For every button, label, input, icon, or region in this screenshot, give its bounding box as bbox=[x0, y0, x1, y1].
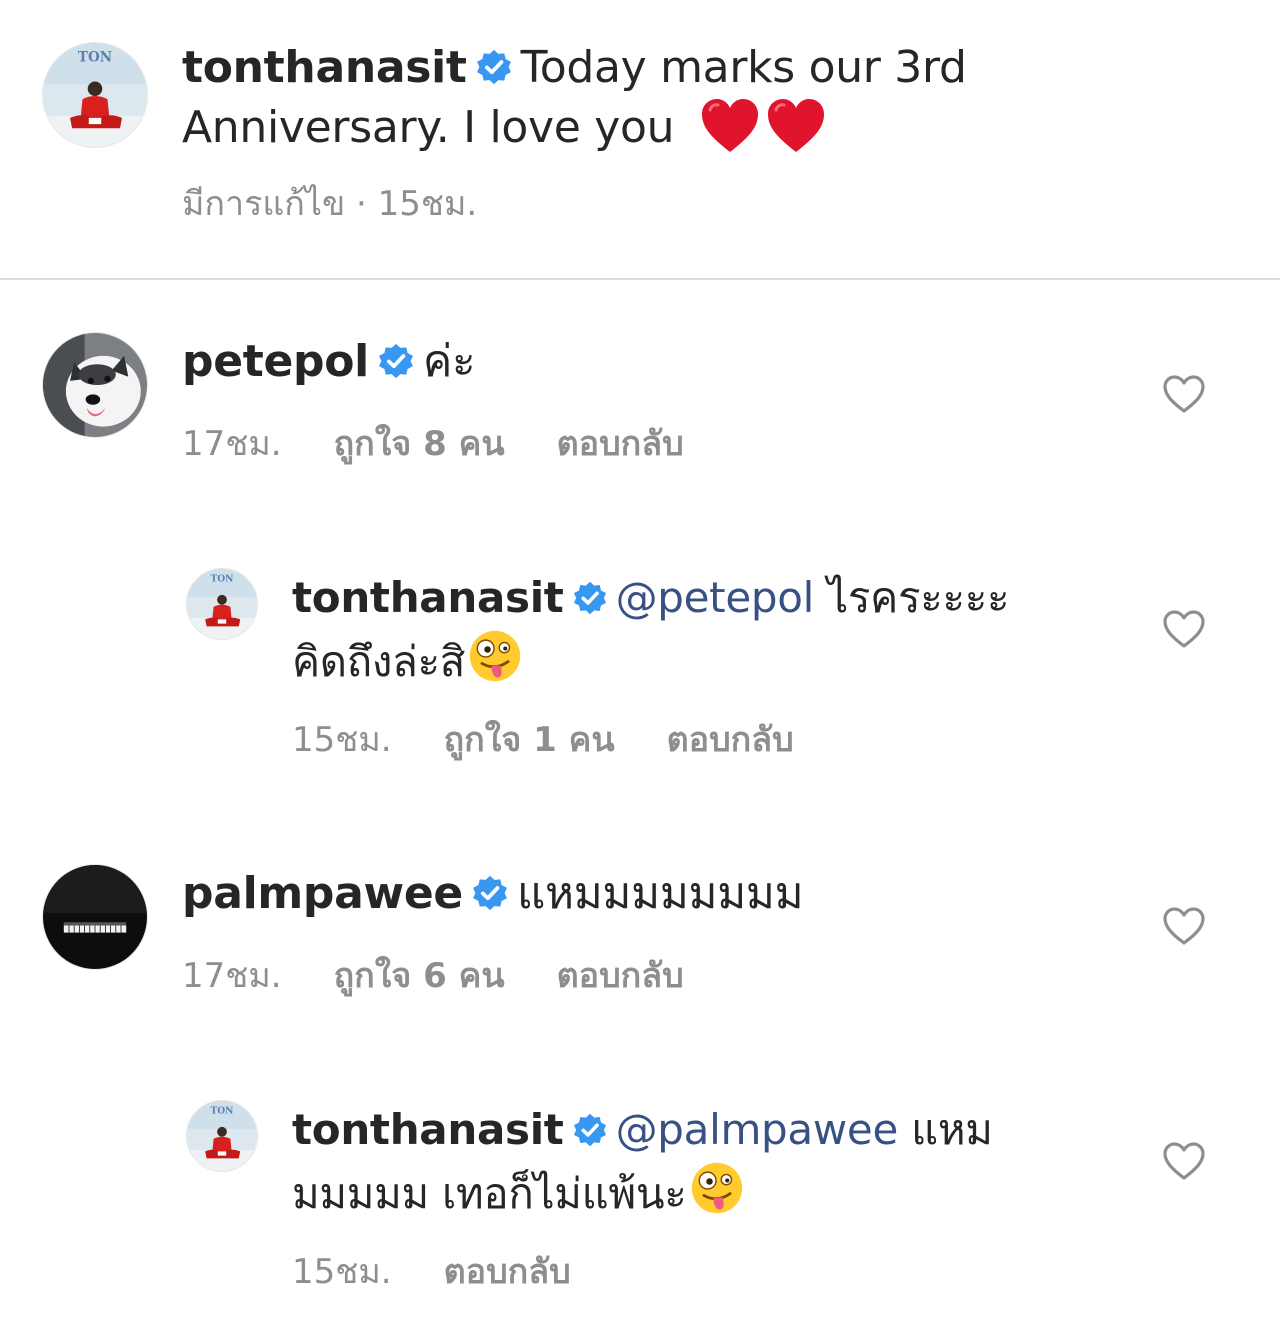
comment-meta: 17ชม. ถูกใจ 8 คน ตอบกลับ bbox=[182, 424, 684, 464]
red-heart-icon bbox=[764, 96, 828, 156]
divider bbox=[0, 278, 1280, 280]
comment-meta: 15ชม. ตอบกลับ bbox=[292, 1252, 571, 1292]
mention-link[interactable]: @petepol bbox=[616, 573, 815, 622]
comment-time: 15ชม. bbox=[292, 1252, 392, 1292]
comment-text: palmpawee แหมมมมมมมม bbox=[182, 866, 1122, 922]
profile-photo-icon bbox=[187, 1101, 257, 1171]
like-heart-icon[interactable] bbox=[1162, 374, 1206, 414]
husky-dog-avatar-icon bbox=[43, 333, 147, 437]
reply-button[interactable]: ตอบกลับ bbox=[444, 1252, 571, 1292]
mention-link[interactable]: @palmpawee bbox=[616, 1105, 899, 1154]
comment-text: petepol ค่ะ bbox=[182, 334, 1122, 390]
avatar[interactable] bbox=[42, 42, 148, 148]
verified-badge-icon bbox=[377, 342, 415, 380]
reply-body-line2: มมมมม เทอก็ไม่แพ้นะ bbox=[292, 1169, 687, 1218]
avatar[interactable] bbox=[42, 864, 148, 970]
edited-label: มีการแก้ไข bbox=[182, 184, 346, 224]
comment-username[interactable]: palmpawee bbox=[182, 868, 463, 919]
reply-button[interactable]: ตอบกลับ bbox=[667, 720, 794, 760]
comment-username[interactable]: petepol bbox=[182, 336, 369, 387]
reply-text: tonthanasit @petepol ไรคระะะะ คิดถึงล่ะสิ bbox=[292, 568, 1072, 692]
verified-badge-icon bbox=[471, 874, 509, 912]
comment-body: แหมมมมมมมม bbox=[516, 868, 804, 919]
reply-username[interactable]: tonthanasit bbox=[292, 573, 564, 622]
comment-meta: 17ชม. ถูกใจ 6 คน ตอบกลับ bbox=[182, 956, 684, 996]
reply-button[interactable]: ตอบกลับ bbox=[557, 956, 684, 996]
piano-avatar-icon bbox=[43, 865, 147, 969]
reply-button[interactable]: ตอบกลับ bbox=[557, 424, 684, 464]
likes-count[interactable]: ถูกใจ 1 คน bbox=[444, 720, 615, 760]
comment-time: 17ชม. bbox=[182, 424, 282, 464]
comment-time: 17ชม. bbox=[182, 956, 282, 996]
verified-badge-icon bbox=[572, 580, 608, 616]
likes-count[interactable]: ถูกใจ 6 คน bbox=[334, 956, 505, 996]
caption-text: tonthanasit Today marks our 3rd Anniversa… bbox=[182, 40, 1182, 156]
profile-photo-icon bbox=[187, 569, 257, 639]
profile-photo-icon bbox=[43, 43, 147, 147]
reply-text: tonthanasit @palmpawee แหม มมมมม เทอก็ไม่… bbox=[292, 1100, 1072, 1224]
comment-meta: 15ชม. ถูกใจ 1 คน ตอบกลับ bbox=[292, 720, 794, 760]
avatar[interactable] bbox=[186, 568, 258, 640]
verified-badge-icon bbox=[475, 48, 513, 86]
caption-meta: มีการแก้ไข · 15ชม. bbox=[182, 184, 477, 224]
verified-badge-icon bbox=[572, 1112, 608, 1148]
caption-username[interactable]: tonthanasit bbox=[182, 42, 467, 93]
comment-time: 15ชม. bbox=[292, 720, 392, 760]
avatar[interactable] bbox=[186, 1100, 258, 1172]
zany-face-emoji-icon bbox=[467, 628, 523, 684]
meta-separator: · bbox=[356, 184, 367, 224]
reply-username[interactable]: tonthanasit bbox=[292, 1105, 564, 1154]
zany-face-emoji-icon bbox=[689, 1160, 745, 1216]
comment-body: ค่ะ bbox=[422, 336, 476, 387]
reply-body-line2: คิดถึงล่ะสิ bbox=[292, 637, 466, 686]
reply-body-line1: แหม bbox=[911, 1105, 993, 1154]
like-heart-icon[interactable] bbox=[1162, 906, 1206, 946]
avatar[interactable] bbox=[42, 332, 148, 438]
red-heart-icon bbox=[698, 96, 762, 156]
caption-time: 15ชม. bbox=[377, 184, 478, 224]
likes-count[interactable]: ถูกใจ 8 คน bbox=[334, 424, 505, 464]
like-heart-icon[interactable] bbox=[1162, 609, 1206, 649]
like-heart-icon[interactable] bbox=[1162, 1141, 1206, 1181]
reply-body-line1: ไรคระะะะ bbox=[827, 573, 1010, 622]
